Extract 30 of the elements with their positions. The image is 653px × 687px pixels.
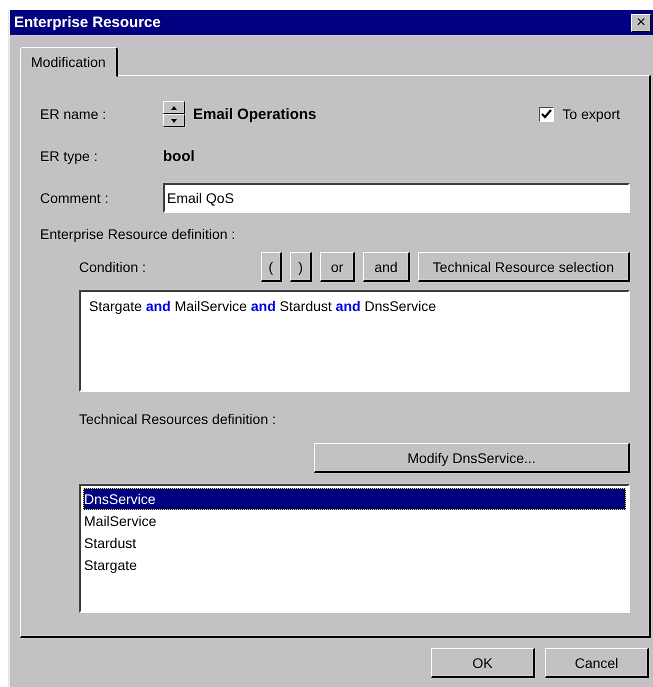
er-name-value: Email Operations	[193, 106, 316, 122]
field-label: Condition :	[79, 259, 146, 275]
section-label: Enterprise Resource definition :	[40, 226, 236, 242]
down-arrow-icon	[171, 118, 177, 122]
window-title: Enterprise Resource	[14, 14, 161, 31]
dialog-button[interactable]: Cancel	[545, 648, 649, 678]
list-item[interactable]: Stargate	[83, 554, 626, 576]
list-item[interactable]: Stardust	[83, 532, 626, 554]
condition-button[interactable]: or	[320, 252, 356, 282]
field-label: ER name :	[40, 106, 108, 122]
condition-button[interactable]: (	[260, 252, 282, 282]
condition-button[interactable]: )	[290, 252, 312, 282]
tab[interactable]: Modification	[20, 47, 118, 77]
list-item[interactable]: MailService	[83, 510, 626, 532]
field-label: ER type :	[40, 148, 99, 164]
spin-control[interactable]	[163, 101, 185, 127]
condition-field[interactable]: Stargate and MailService and Stardust and DnsService	[79, 290, 630, 392]
dialog-button[interactable]: OK	[431, 648, 535, 678]
up-arrow-icon	[171, 106, 177, 110]
er-type-value: bool	[163, 148, 195, 164]
condition-button[interactable]: and	[363, 252, 410, 282]
checkbox-label: To export	[562, 106, 620, 122]
section-label: Technical Resources definition :	[79, 411, 276, 427]
close-button[interactable]: ×	[631, 14, 651, 32]
field-label: Comment :	[40, 190, 110, 206]
modify-button[interactable]: Modify DnsService...	[314, 443, 630, 473]
export-checkbox[interactable]	[539, 106, 554, 122]
list-item[interactable]: DnsService	[83, 488, 626, 510]
condition-button[interactable]: Technical Resource selection	[418, 252, 630, 282]
comment-field[interactable]: Email QoS	[163, 183, 630, 213]
